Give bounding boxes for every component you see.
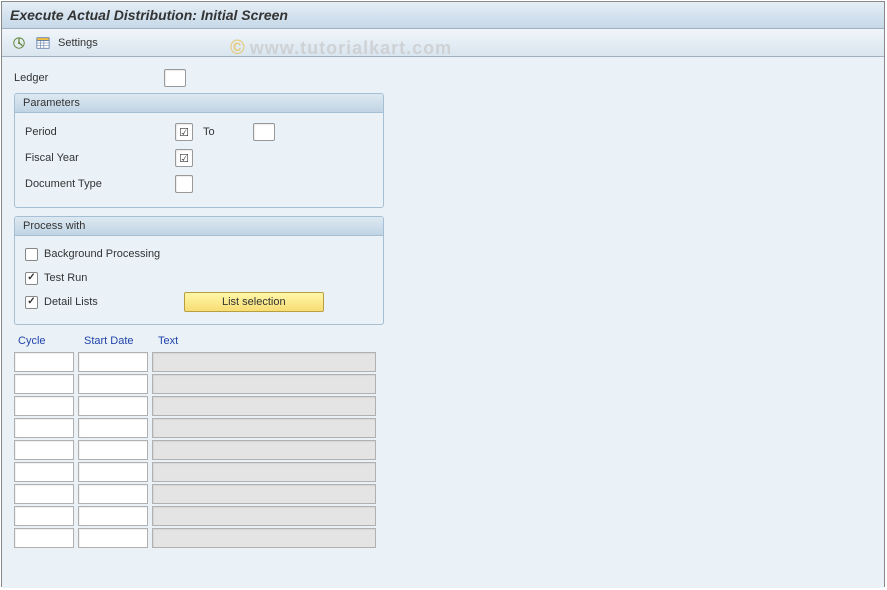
table-row [14,462,386,482]
parameters-group: Parameters Period ☑ To Fiscal Year ☑ Doc… [14,93,384,208]
test-run-label: Test Run [44,272,87,284]
detail-lists-label: Detail Lists [44,296,98,308]
start-date-input[interactable] [78,462,148,482]
start-date-input[interactable] [78,396,148,416]
start-date-input[interactable] [78,418,148,438]
ledger-row: Ledger [14,67,872,89]
start-date-input[interactable] [78,506,148,526]
text-input[interactable] [152,528,376,548]
table-row [14,440,386,460]
start-date-input[interactable] [78,484,148,504]
doc-type-input[interactable] [175,175,193,193]
text-input[interactable] [152,374,376,394]
process-group: Process with Background Processing Test … [14,216,384,325]
text-input[interactable] [152,440,376,460]
text-input[interactable] [152,418,376,438]
table-row [14,352,386,372]
cycle-table: Cycle Start Date Text [14,335,386,548]
cycle-input[interactable] [14,418,74,438]
test-run-checkbox[interactable] [25,272,38,285]
header-text: Text [154,335,378,347]
cycle-input[interactable] [14,462,74,482]
content-area: Ledger Parameters Period ☑ To Fiscal Yea… [2,57,884,588]
table-row [14,528,386,548]
start-date-input[interactable] [78,440,148,460]
text-input[interactable] [152,506,376,526]
parameters-title: Parameters [15,94,383,113]
background-checkbox[interactable] [25,248,38,261]
detail-lists-row: Detail Lists List selection [25,292,373,312]
cycle-input[interactable] [14,352,74,372]
cycle-input[interactable] [14,484,74,504]
toolbar: Settings [2,29,884,57]
cycle-input[interactable] [14,528,74,548]
header-cycle: Cycle [14,335,80,347]
background-label: Background Processing [44,248,160,260]
cycle-input[interactable] [14,506,74,526]
test-run-row: Test Run [25,268,373,288]
list-selection-button[interactable]: List selection [184,292,324,312]
text-input[interactable] [152,484,376,504]
cycle-input[interactable] [14,396,74,416]
fiscal-year-label: Fiscal Year [25,152,175,164]
table-row [14,484,386,504]
doc-type-row: Document Type [25,173,373,195]
cycle-input[interactable] [14,440,74,460]
process-title: Process with [15,217,383,236]
fiscal-year-row: Fiscal Year ☑ [25,147,373,169]
ledger-input[interactable] [164,69,186,87]
start-date-input[interactable] [78,352,148,372]
start-date-input[interactable] [78,374,148,394]
text-input[interactable] [152,462,376,482]
text-input[interactable] [152,352,376,372]
table-header: Cycle Start Date Text [14,335,386,347]
doc-type-label: Document Type [25,178,175,190]
page-title: Execute Actual Distribution: Initial Scr… [2,2,884,29]
execute-icon[interactable] [10,34,28,52]
table-row [14,374,386,394]
background-row: Background Processing [25,244,373,264]
detail-lists-checkbox[interactable] [25,296,38,309]
cycle-input[interactable] [14,374,74,394]
settings-icon[interactable] [34,34,52,52]
to-label: To [203,126,253,138]
period-label: Period [25,126,175,138]
app-frame: Execute Actual Distribution: Initial Scr… [1,1,885,587]
start-date-input[interactable] [78,528,148,548]
settings-label[interactable]: Settings [58,37,98,49]
table-row [14,418,386,438]
ledger-label: Ledger [14,72,164,84]
table-row [14,506,386,526]
period-required-icon[interactable]: ☑ [175,123,193,141]
text-input[interactable] [152,396,376,416]
fiscal-year-required-icon[interactable]: ☑ [175,149,193,167]
period-to-input[interactable] [253,123,275,141]
table-row [14,396,386,416]
period-row: Period ☑ To [25,121,373,143]
header-start-date: Start Date [80,335,154,347]
